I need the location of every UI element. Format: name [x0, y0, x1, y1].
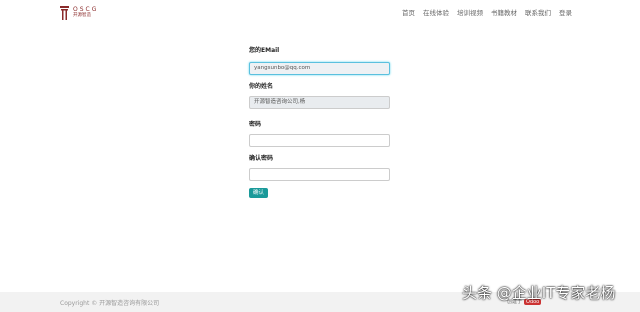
nav-home[interactable]: 首页 — [398, 8, 419, 18]
watermark: 头条 @企业IT专家老杨 — [462, 284, 616, 302]
top-header: OSCG 开源智造 首页 在线体验 培训视频 书籍教材 联系我们 登录 — [0, 0, 640, 26]
nav-training-videos[interactable]: 培训视频 — [453, 8, 487, 18]
nav-books[interactable]: 书籍教材 — [487, 8, 521, 18]
logo-subtitle: 开源智造 — [73, 13, 91, 19]
main-nav: 首页 在线体验 培训视频 书籍教材 联系我们 登录 — [398, 8, 576, 18]
logo-mark-icon — [60, 6, 69, 20]
nav-login[interactable]: 登录 — [555, 8, 576, 18]
confirm-password-field[interactable] — [249, 168, 390, 181]
email-field[interactable]: yangsunbo@qq.com — [249, 62, 390, 75]
nav-online-demo[interactable]: 在线体验 — [419, 8, 453, 18]
nav-contact[interactable]: 联系我们 — [521, 8, 555, 18]
confirm-password-label: 确认密码 — [249, 155, 274, 162]
logo[interactable]: OSCG 开源智造 — [60, 4, 98, 22]
name-label: 你的姓名 — [249, 83, 274, 90]
copyright-text: Copyright © 开源智造咨询有限公司 — [60, 300, 160, 307]
confirm-button[interactable]: 确认 — [249, 188, 269, 198]
password-label: 密码 — [249, 121, 262, 128]
name-field[interactable]: 开源智造咨询公司,杨 — [249, 96, 390, 109]
password-field[interactable] — [249, 134, 390, 147]
email-label: 您的EMail — [249, 47, 280, 54]
